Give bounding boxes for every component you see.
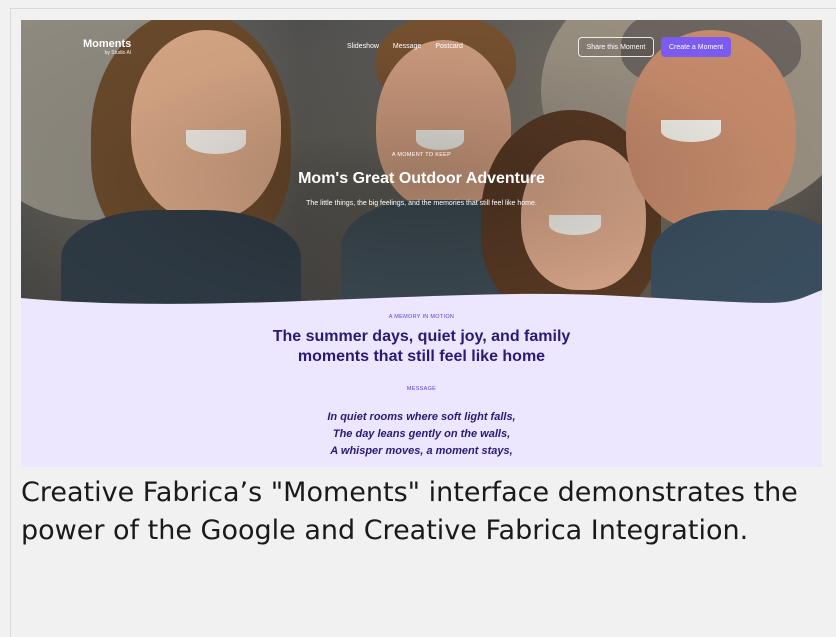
nav-message[interactable]: Message <box>393 43 421 50</box>
poem-text: In quiet rooms where soft light falls, T… <box>21 409 822 460</box>
section-eyebrow: A MEMORY IN MOTION <box>388 314 455 320</box>
brand-logo[interactable]: Moments by Studio AI <box>83 39 131 56</box>
nav-postcard[interactable]: Postcard <box>435 43 463 50</box>
section-title-line2: moments that still feel like home <box>297 348 546 365</box>
app-screenshot: Moments by Studio AI Slideshow Message P… <box>21 20 822 467</box>
poem-line: The day leans gently on the walls, <box>332 428 511 440</box>
create-moment-button[interactable]: Create a Moment <box>661 37 731 57</box>
figure-caption: Creative Fabrica’s "Moments" interface d… <box>21 477 798 546</box>
section-title: The summer days, quiet joy, and family m… <box>21 327 822 367</box>
brand-name: Moments <box>83 38 132 50</box>
message-label: MESSAGE <box>406 386 437 392</box>
nav-links: Slideshow Message Postcard <box>347 43 463 50</box>
brand-subtitle: by Studio AI <box>104 50 132 56</box>
hero-eyebrow: A MOMENT TO KEEP <box>391 152 452 158</box>
poem-line: A whisper moves, a moment stays, <box>330 445 513 457</box>
poem-line: In quiet rooms where soft light falls, <box>327 411 516 423</box>
nav-slideshow[interactable]: Slideshow <box>347 43 379 50</box>
hero-title: Mom's Great Outdoor Adventure <box>298 170 545 187</box>
hero-subtitle: The little things, the big feelings, and… <box>306 200 537 207</box>
memory-section: A MEMORY IN MOTION The summer days, quie… <box>21 310 822 467</box>
share-moment-button[interactable]: Share this Moment <box>578 37 654 57</box>
section-title-line1: The summer days, quiet joy, and family <box>272 328 571 345</box>
hero-text: A MOMENT TO KEEP Mom's Great Outdoor Adv… <box>21 152 822 207</box>
top-nav: Moments by Studio AI Slideshow Message P… <box>21 36 822 60</box>
